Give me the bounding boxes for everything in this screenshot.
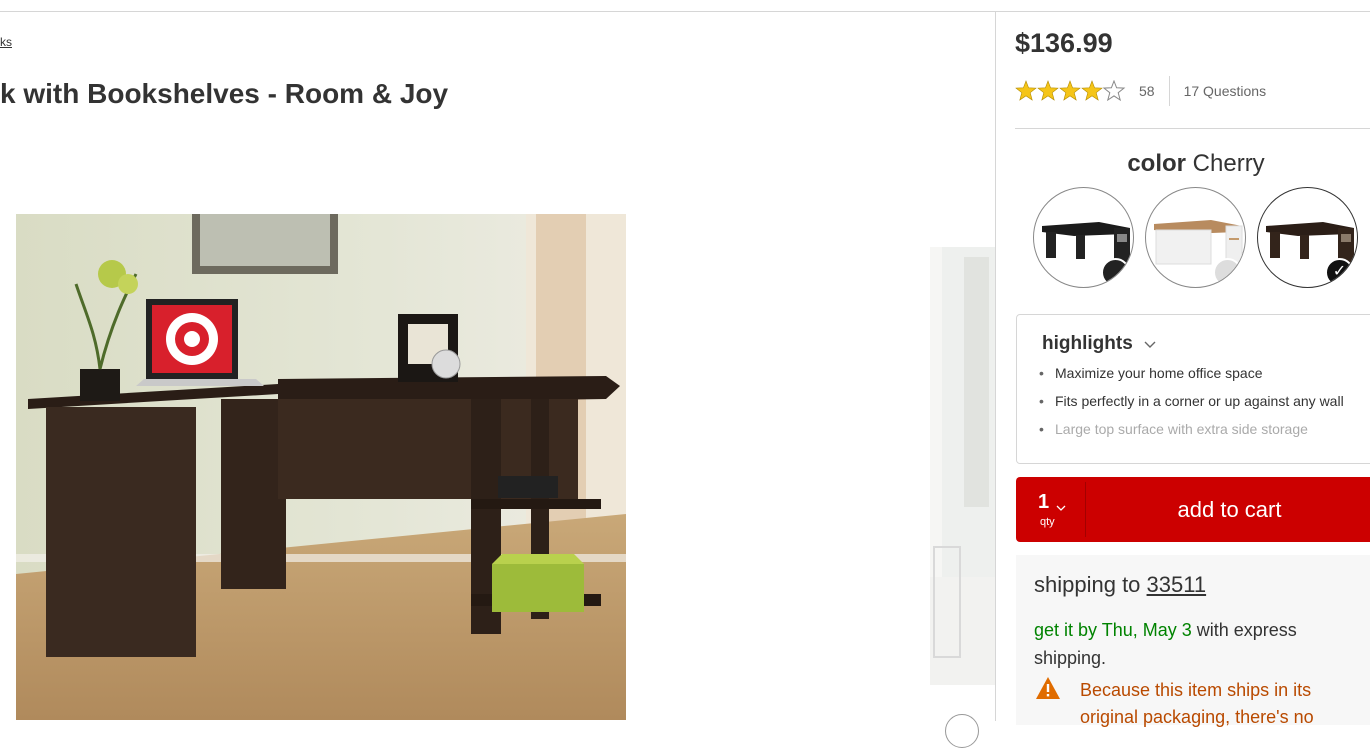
add-to-cart-bar: 1 qty add to cart (1016, 477, 1370, 542)
highlight-item: Maximize your home office space (1039, 363, 1355, 384)
product-secondary-image[interactable] (930, 247, 995, 685)
warning-icon (1035, 676, 1061, 705)
star-rating-icon[interactable] (1015, 80, 1127, 102)
highlight-item: Large top surface with extra side storag… (1039, 419, 1355, 440)
selected-check-icon: ✓ (1325, 258, 1354, 287)
delivery-estimate: get it by Thu, May 3 with express shippi… (1034, 616, 1354, 672)
color-heading: color Cherry (1015, 150, 1370, 178)
quantity-label: qty (1040, 516, 1055, 528)
color-swatch-white[interactable] (1145, 187, 1246, 288)
swatch-dot-white (1213, 258, 1242, 287)
quantity-select[interactable]: 1 qty (1016, 477, 1086, 542)
buybox-divider (1015, 128, 1370, 129)
column-divider (995, 12, 996, 721)
shipping-warning: Because this item ships in its original … (1080, 680, 1314, 727)
swatch-dot-black (1101, 258, 1130, 287)
delivery-date: get it by Thu, May 3 (1034, 620, 1192, 640)
quantity-value: 1 (1038, 491, 1050, 513)
image-carousel-next-button[interactable] (945, 714, 979, 748)
rating-separator (1168, 76, 1170, 106)
top-divider (0, 11, 1370, 12)
color-label: color (1127, 150, 1186, 177)
questions-link[interactable]: 17 Questions (1184, 83, 1267, 99)
shipping-panel: shipping to 33511 get it by Thu, May 3 w… (1016, 555, 1370, 727)
shipping-zip-link[interactable]: 33511 (1147, 572, 1207, 597)
color-selected-value: Cherry (1192, 150, 1265, 177)
color-swatch-cherry[interactable]: ✓ (1257, 187, 1358, 288)
highlights-panel[interactable]: highlights Maximize your home office spa… (1016, 314, 1370, 464)
highlights-fade (1017, 441, 1370, 463)
product-main-image[interactable] (16, 214, 626, 720)
highlight-item: Fits perfectly in a corner or up against… (1039, 391, 1355, 412)
price: $136.99 (1015, 28, 1113, 58)
breadcrumb-link[interactable]: ks (0, 35, 12, 49)
highlights-list: Maximize your home office space Fits per… (1039, 363, 1355, 447)
chevron-down-icon (1143, 333, 1157, 355)
product-title: k with Bookshelves - Room & Joy (0, 78, 449, 109)
highlights-title: highlights (1042, 333, 1133, 354)
rating-row[interactable]: 58 17 Questions (1015, 76, 1267, 106)
rating-count[interactable]: 58 (1139, 83, 1155, 99)
chevron-down-icon (1056, 499, 1066, 517)
add-to-cart-button[interactable]: add to cart (1086, 477, 1370, 542)
shipping-to: shipping to 33511 (1034, 572, 1206, 598)
highlights-toggle[interactable]: highlights (1042, 333, 1157, 355)
color-swatch-black[interactable] (1033, 187, 1134, 288)
shipping-prefix: shipping to (1034, 572, 1141, 597)
